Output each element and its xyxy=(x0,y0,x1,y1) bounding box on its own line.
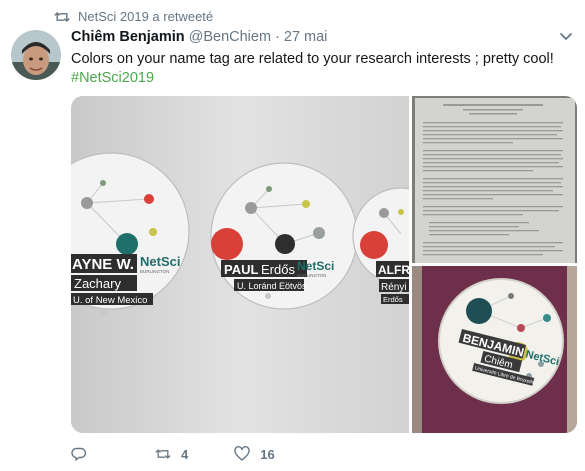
avatar-photo xyxy=(11,30,61,80)
badge-left-last: Zachary xyxy=(74,276,121,291)
chevron-down-icon[interactable] xyxy=(559,30,573,44)
badge-middle-logo-sub: BURLINGTON xyxy=(297,273,326,278)
badge-left-affil: U. of New Mexico xyxy=(73,295,147,306)
like-button[interactable]: 16 xyxy=(234,446,275,462)
action-bar: 4 16 xyxy=(71,446,275,462)
photo-button: BENJAMIN NetSci Chiêm Université Libre d… xyxy=(412,266,577,433)
tweet-text: Colors on your name tag are related to y… xyxy=(71,51,554,67)
badge-middle-last: Erdős xyxy=(261,262,295,277)
badge-middle-first: PAUL xyxy=(224,262,258,277)
media-photos: AYNE W. NetSci BURLINGTON Zachary U. of … xyxy=(71,96,577,433)
retweet-label: NetSci 2019 a retweeté xyxy=(78,9,214,24)
avatar[interactable] xyxy=(11,30,61,80)
reply-button[interactable] xyxy=(71,446,97,462)
header-separator: · xyxy=(275,29,280,45)
tweet-date[interactable]: 27 mai xyxy=(284,29,328,45)
badge-left-logo-sub: BURLINGTON xyxy=(140,269,169,274)
badge-middle-affil: U. Loránd Eötvös xyxy=(237,281,307,291)
badge-right-last: Rényi xyxy=(381,282,407,293)
badge-left-logo: NetSci xyxy=(140,254,180,269)
tweet-media[interactable]: AYNE W. NetSci BURLINGTON Zachary U. of … xyxy=(71,96,577,433)
retweet-button[interactable]: 4 xyxy=(155,446,188,462)
badge-middle: PAUL Erdős NetSci BURLINGTON U. Loránd E… xyxy=(210,162,358,310)
retweet-context[interactable]: NetSci 2019 a retweeté xyxy=(54,9,213,24)
retweet-icon xyxy=(54,11,70,22)
reply-icon xyxy=(71,447,87,461)
tweet-header: Chiêm Benjamin @BenChiem · 27 mai xyxy=(71,29,327,45)
badge-right-affil: Erdős xyxy=(383,295,403,304)
photo-paper xyxy=(412,96,577,263)
badge-middle-logo: NetSci xyxy=(297,259,334,273)
badge-left-first: AYNE W. xyxy=(72,256,134,273)
heart-icon xyxy=(234,446,250,461)
badge-right-first: ALFR xyxy=(378,263,410,277)
retweet-count: 4 xyxy=(181,446,189,462)
author-name[interactable]: Chiêm Benjamin xyxy=(71,29,185,45)
author-handle[interactable]: @BenChiem xyxy=(189,29,271,45)
hashtag-link[interactable]: #NetSci2019 xyxy=(71,68,154,88)
like-count: 16 xyxy=(260,446,275,462)
retweet-icon xyxy=(155,449,171,459)
